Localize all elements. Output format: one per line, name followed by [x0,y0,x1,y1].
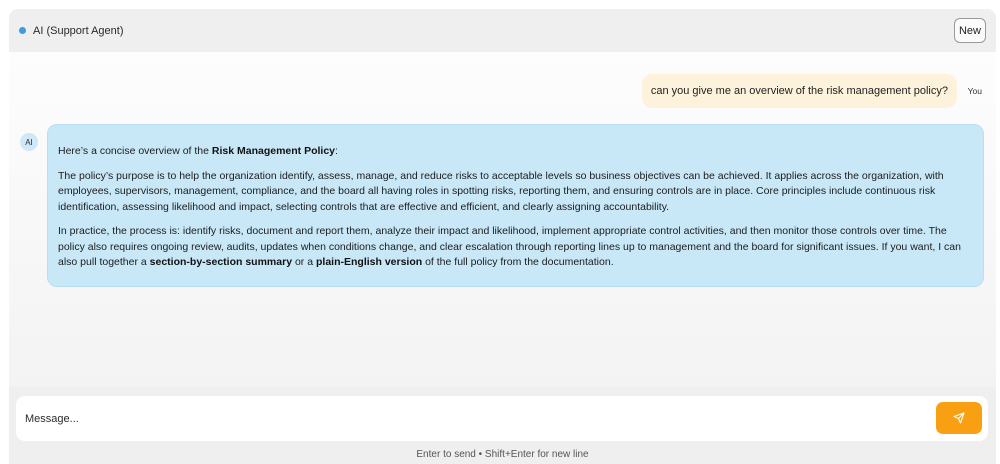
chat-header: AI (Support Agent) New [9,9,996,52]
intro-text: Here’s a concise overview of the [58,145,212,157]
agent-title: AI (Support Agent) [33,24,124,37]
assistant-paragraph-1: The policy’s purpose is to help the orga… [58,169,944,213]
assistant-intro: Here’s a concise overview of the Risk Ma… [58,144,973,160]
assistant-paragraph-2: In practice, the process is: identify ri… [58,224,973,271]
ai-avatar: AI [20,133,38,151]
chat-window: AI (Support Agent) New can you give me a… [9,9,996,464]
message-input[interactable] [25,403,925,434]
user-message-text: can you give me an overview of the risk … [650,85,948,97]
paragraph-2-bold-plain: plain-English version [315,256,423,268]
new-chat-button[interactable]: New [954,18,986,43]
assistant-message-bubble: Here’s a concise overview of the Risk Ma… [47,124,984,287]
user-sender-label: You [967,86,982,96]
intro-suffix: : [335,145,338,157]
composer: Enter to send • Shift+Enter for new line [9,387,996,464]
paragraph-2-end: of the full policy from the documentatio… [422,256,614,268]
send-icon [953,412,965,424]
message-list[interactable]: can you give me an overview of the risk … [9,52,996,387]
user-message-bubble: can you give me an overview of the risk … [641,74,957,108]
paragraph-2-mid: or a [292,256,316,268]
intro-bold-policy: Risk Management Policy [211,145,336,157]
send-button[interactable] [936,402,982,434]
composer-hint: Enter to send • Shift+Enter for new line [416,449,589,460]
message-input-box [16,396,988,441]
status-dot-icon [19,27,26,34]
paragraph-2-bold-summary: section-by-section summary [149,256,293,268]
